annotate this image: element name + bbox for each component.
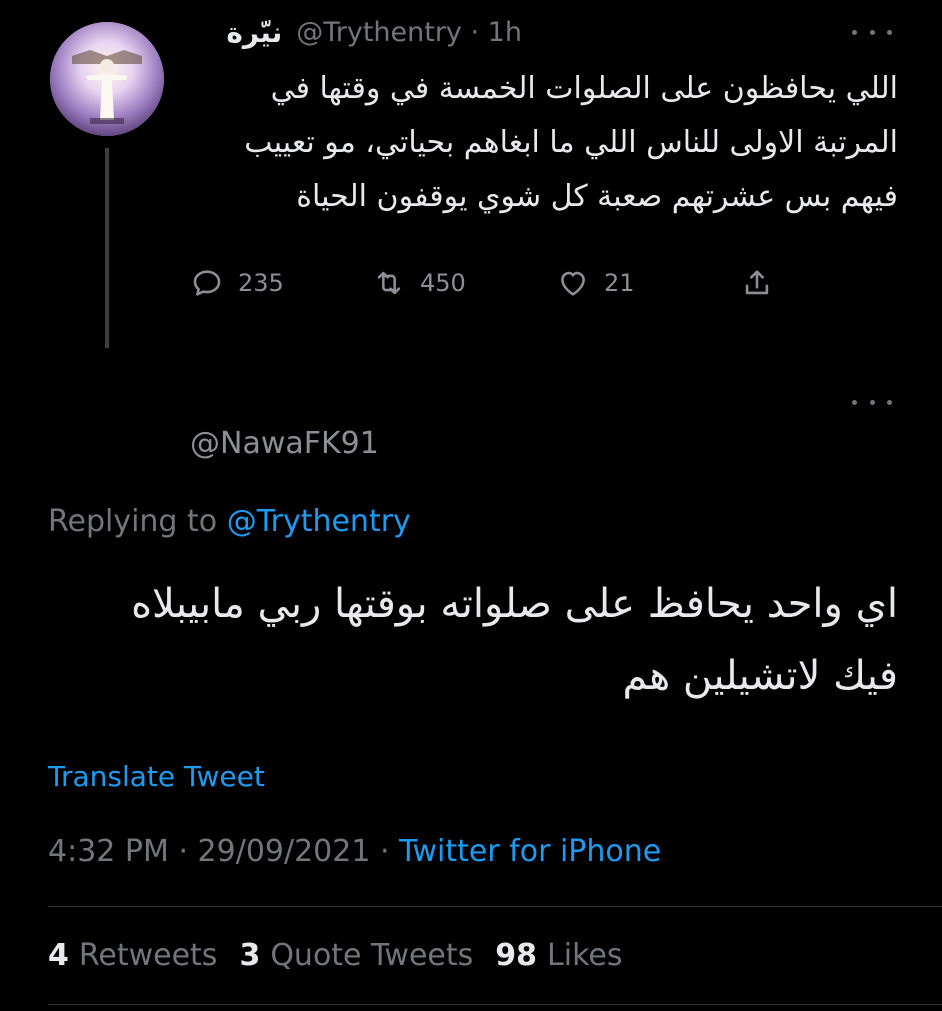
retweet-count: 450: [420, 269, 466, 297]
meta-separator: ·: [178, 834, 188, 869]
replying-to-line: Replying to @Trythentry: [48, 504, 411, 539]
translate-tweet-link[interactable]: Translate Tweet: [48, 760, 265, 793]
share-icon: [745, 270, 769, 295]
tweet-source-link[interactable]: Twitter for iPhone: [399, 834, 661, 869]
more-dots-icon[interactable]: [852, 22, 892, 42]
reply-tweet-text: اي واحد يحافظ على صلواته بوقتها ربي مابي…: [131, 581, 898, 699]
comment-icon: [193, 270, 221, 296]
meta-separator: ·: [380, 834, 390, 869]
avatar-image: [50, 22, 164, 136]
parent-tweet-header: نيّرة @Trythentry · 1h: [226, 12, 522, 52]
likes-count: 98: [495, 938, 538, 973]
parent-handle-time: @Trythentry · 1h: [296, 17, 522, 48]
likes-label: Likes: [547, 938, 623, 973]
parent-tweet-text: اللي يحافظون على الصلوات الخمسة في وقتها…: [244, 71, 898, 214]
heart-icon: [561, 271, 585, 296]
thread-line: [105, 148, 109, 348]
like-count: 21: [604, 269, 635, 297]
parent-time[interactable]: 1h: [488, 17, 522, 48]
quote-tweets-stat[interactable]: 3 Quote Tweets: [239, 938, 473, 973]
replying-prefix: Replying to: [48, 504, 218, 539]
reply-count: 235: [238, 269, 284, 297]
retweet-icon: [377, 271, 401, 295]
tweet-time: 4:32 PM: [48, 834, 169, 869]
retweets-label: Retweets: [78, 938, 218, 973]
retweets-stat[interactable]: 4 Retweets: [48, 938, 217, 973]
more-dots-icon[interactable]: [852, 392, 892, 412]
quote-label: Quote Tweets: [270, 938, 474, 973]
tweet-date: 29/09/2021: [197, 834, 371, 869]
reply-handle[interactable]: @NawaFK91: [190, 426, 379, 461]
tweet-meta: 4:32 PM · 29/09/2021 · Twitter for iPhon…: [48, 834, 661, 869]
avatar[interactable]: [50, 22, 164, 136]
divider: [48, 906, 942, 907]
likes-stat[interactable]: 98 Likes: [495, 938, 622, 973]
reply-button[interactable]: 235: [190, 262, 284, 304]
share-button[interactable]: [740, 262, 788, 304]
parent-handle[interactable]: @Trythentry: [296, 17, 462, 48]
retweet-button[interactable]: 450: [372, 262, 466, 304]
replying-to-mention[interactable]: @Trythentry: [227, 504, 411, 539]
parent-separator: ·: [470, 16, 480, 48]
quote-count: 3: [239, 938, 261, 973]
like-button[interactable]: 21: [556, 262, 635, 304]
tweet-stats: 4 Retweets 3 Quote Tweets 98 Likes: [48, 938, 644, 973]
divider: [48, 1004, 942, 1005]
retweets-count: 4: [48, 938, 69, 973]
parent-display-name[interactable]: نيّرة: [226, 16, 282, 49]
